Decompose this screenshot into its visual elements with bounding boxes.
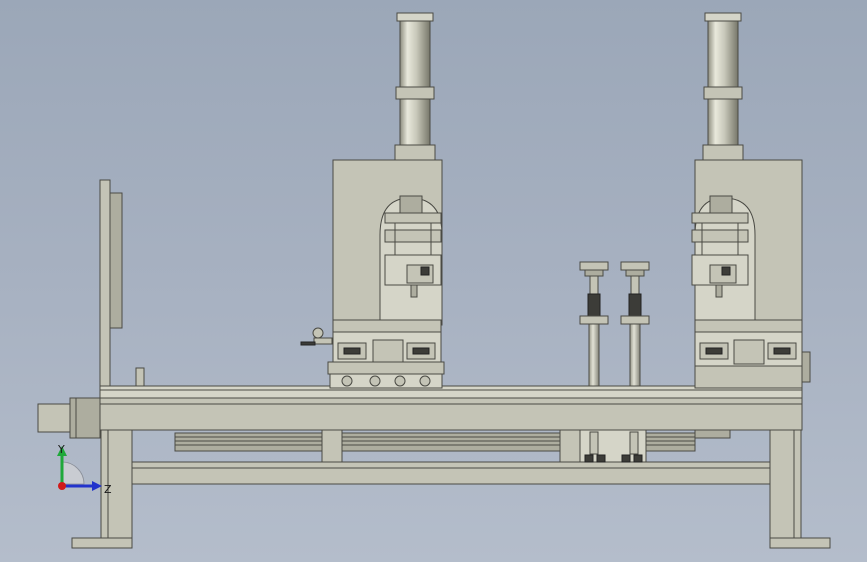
axis-triad: Y Z (57, 443, 112, 496)
cad-viewport[interactable]: Y Z (0, 0, 867, 562)
triad-plane (61, 461, 85, 485)
x-axis-dot (58, 482, 66, 490)
support-posts (579, 261, 650, 387)
z-axis-head (92, 481, 102, 491)
z-axis-label: Z (104, 483, 112, 496)
machine-model[interactable] (0, 0, 867, 562)
left-press-unit (300, 12, 445, 389)
back-plate (99, 179, 145, 387)
drive-motor (37, 397, 101, 439)
guide-rails (174, 429, 731, 463)
right-press-unit (691, 12, 811, 389)
base-feet (71, 537, 831, 549)
y-axis-label: Y (57, 443, 65, 456)
lower-crossbar (131, 461, 771, 485)
main-beam (99, 385, 803, 431)
